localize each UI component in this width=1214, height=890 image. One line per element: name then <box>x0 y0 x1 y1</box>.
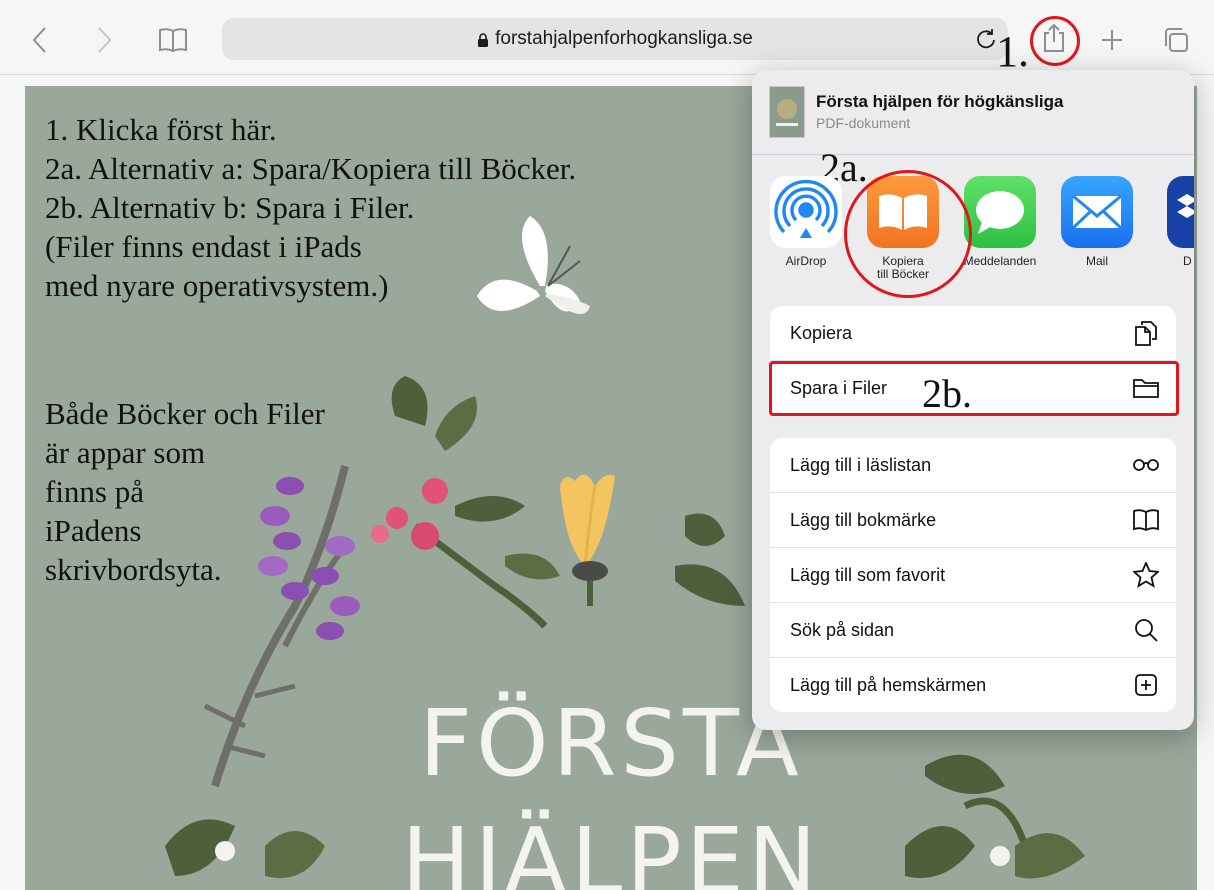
annotation-step-1: 1. <box>996 27 1029 76</box>
document-thumbnail <box>769 86 805 138</box>
chevron-left-icon <box>32 27 46 53</box>
leaves-illustration <box>371 376 560 629</box>
action-label: Lägg till på hemskärmen <box>790 675 987 695</box>
tabs-button[interactable] <box>1158 22 1194 58</box>
reload-icon <box>977 29 995 49</box>
glasses-icon <box>1132 451 1160 479</box>
actions-group-secondary: Lägg till i läslistan Lägg till bokmärke… <box>770 438 1176 712</box>
plus-icon <box>1102 30 1122 50</box>
share-app-label: AirDrop <box>785 254 827 268</box>
browser-toolbar: forstahjalpenforhogkansliga.se 1. <box>0 0 1214 75</box>
lock-icon <box>477 32 489 47</box>
search-icon <box>1132 616 1160 644</box>
action-add-bookmark[interactable]: Lägg till bokmärke <box>770 493 1176 548</box>
note-line: är appar som <box>45 435 206 470</box>
share-app-label: Meddelanden <box>963 254 1037 268</box>
url-text: forstahjalpenforhogkansliga.se <box>495 28 753 49</box>
action-label: Kopiera <box>790 323 853 343</box>
note-line: finns på <box>45 474 145 509</box>
bookmarks-button[interactable] <box>155 22 191 58</box>
instruction-line: 1. Klicka först här. <box>45 112 277 147</box>
book-open-icon <box>159 28 187 53</box>
document-type: PDF-dokument <box>816 115 911 131</box>
note-line: Både Böcker och Filer <box>45 396 325 431</box>
note-line: skrivbordsyta. <box>45 552 222 587</box>
pdf-title-line-2: HJÄLPEN <box>401 808 821 890</box>
instruction-line: 2b. Alternativ b: Spara i Filer. <box>45 190 415 225</box>
annotation-box-save-files <box>769 361 1179 416</box>
instruction-line: 2a. Alternativ a: Spara/Kopiera till Böc… <box>45 151 577 186</box>
document-title: Första hjälpen för högkänsliga <box>816 92 1064 111</box>
annotation-circle-books <box>844 170 972 298</box>
instruction-line: (Filer finns endast i iPads <box>45 229 362 264</box>
action-label: Lägg till bokmärke <box>790 510 937 530</box>
airdrop-icon <box>770 176 842 248</box>
action-find-on-page[interactable]: Sök på sidan <box>770 603 1176 658</box>
annotation-step-2b: 2b. <box>922 371 972 416</box>
annotation-circle-share <box>1030 16 1080 66</box>
action-label: Lägg till i läslistan <box>790 455 932 475</box>
action-label: Sök på sidan <box>790 620 895 640</box>
book-icon <box>1132 506 1160 534</box>
share-app-label: Mail <box>1085 254 1108 268</box>
share-app-label: D <box>1183 254 1192 268</box>
note-line: iPadens <box>45 513 142 548</box>
share-sheet-header: Första hjälpen för högkänsliga PDF-dokum… <box>752 70 1194 155</box>
action-copy[interactable]: Kopiera <box>770 306 1176 361</box>
share-app-dropbox[interactable]: D <box>1149 176 1194 268</box>
tabs-icon <box>1165 28 1188 52</box>
new-tab-button[interactable] <box>1094 22 1130 58</box>
action-add-reading-list[interactable]: Lägg till i läslistan <box>770 438 1176 493</box>
mail-icon <box>1061 176 1133 248</box>
action-add-home-screen[interactable]: Lägg till på hemskärmen <box>770 658 1176 712</box>
share-apps-row: AirDrop Kopiera till Böcker Meddelanden <box>752 154 1194 294</box>
chevron-right-icon <box>98 27 112 53</box>
copy-icon <box>1132 319 1160 347</box>
messages-icon <box>964 176 1036 248</box>
address-bar[interactable]: forstahjalpenforhogkansliga.se <box>222 18 1008 60</box>
dropbox-icon <box>1167 176 1194 248</box>
forward-button[interactable] <box>86 22 122 58</box>
action-add-favorite[interactable]: Lägg till som favorit <box>770 548 1176 603</box>
flower-illustration <box>560 474 615 606</box>
add-square-icon <box>1132 671 1160 699</box>
share-sheet: Första hjälpen för högkänsliga PDF-dokum… <box>752 70 1194 730</box>
instruction-line: med nyare operativsystem.) <box>45 268 389 303</box>
note-text: Både Böcker och Filer är appar som finns… <box>45 394 325 589</box>
share-app-airdrop[interactable]: AirDrop <box>761 176 851 268</box>
instruction-text: 1. Klicka först här. 2a. Alternativ a: S… <box>45 110 576 305</box>
action-label: Lägg till som favorit <box>790 565 946 585</box>
star-icon <box>1132 561 1160 589</box>
share-app-mail[interactable]: Mail <box>1052 176 1142 268</box>
back-button[interactable] <box>22 22 58 58</box>
